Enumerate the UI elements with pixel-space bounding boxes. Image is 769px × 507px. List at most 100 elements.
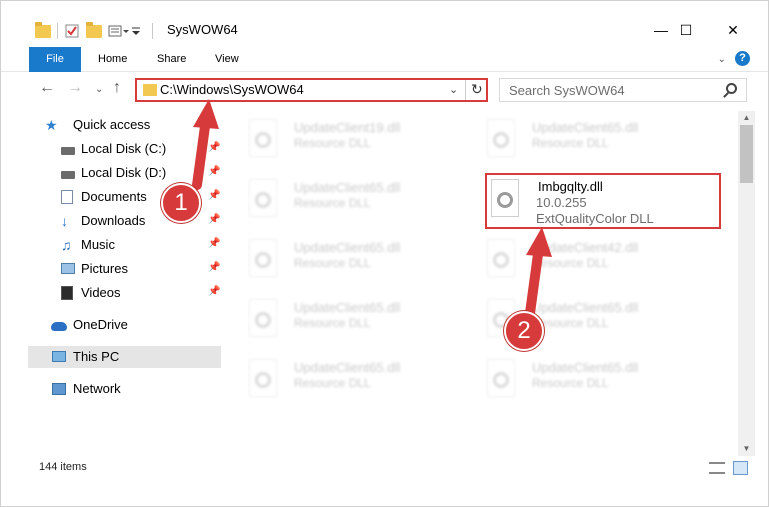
help-button[interactable]: ? (735, 51, 750, 66)
file-item[interactable]: UpdateClient65.dll Resource DLL (481, 353, 717, 409)
pin-icon[interactable]: 📌 (208, 190, 220, 201)
folder-icon (143, 84, 157, 96)
sidebar-item-label: Music (81, 237, 115, 252)
sidebar-item-videos[interactable]: Videos 📌 (28, 282, 221, 304)
back-arrow-icon[interactable]: ← (39, 79, 55, 97)
new-folder-icon[interactable] (86, 22, 102, 39)
maximize-button[interactable]: ☐ (663, 15, 709, 45)
title-bar: SysWOW64 — ☐ ✕ (1, 1, 768, 45)
chevron-down-icon[interactable]: ⌄ (449, 83, 458, 96)
quick-access-toolbar (35, 19, 153, 43)
recent-locations-icon[interactable]: ⌄ (95, 84, 103, 95)
sidebar-item-network[interactable]: Network (28, 378, 221, 400)
file-item[interactable]: UpdateClient19.dll Resource DLL (243, 113, 479, 169)
chevron-down-icon[interactable] (130, 23, 146, 39)
address-bar[interactable]: C:\Windows\SysWOW64 ⌄ ↻ (135, 78, 488, 102)
dll-file-icon (487, 239, 515, 277)
file-item[interactable]: UpdateClient65.dll Resource DLL (243, 173, 479, 229)
file-item[interactable]: UpdateClient65.dll Resource DLL (243, 353, 479, 409)
customize-toolbar-icon[interactable] (108, 23, 129, 39)
dll-file-icon (491, 179, 519, 217)
dll-file-icon (249, 299, 277, 337)
sidebar-item-local-disk-c[interactable]: Local Disk (C:) 📌 (28, 138, 221, 160)
music-icon: ♫ (61, 237, 72, 253)
pin-icon[interactable]: 📌 (208, 238, 220, 249)
file-name: UpdateClient65.dll (294, 360, 401, 375)
tab-view[interactable]: View (215, 48, 239, 70)
scrollbar-thumb[interactable] (740, 125, 753, 183)
file-description: Resource DLL (294, 376, 371, 390)
item-count: 144 items (39, 461, 87, 473)
file-item-highlighted[interactable]: Imbgqlty.dll 10.0.255 ExtQualityColor DL… (485, 173, 721, 229)
download-icon: ↓ (61, 213, 68, 229)
vertical-scrollbar[interactable]: ▲ ▼ (738, 111, 755, 456)
forward-arrow-icon[interactable]: → (67, 79, 83, 97)
documents-icon (61, 190, 73, 204)
file-name: UpdateClient42.dll (532, 240, 639, 255)
properties-icon[interactable] (64, 23, 80, 39)
file-name: UpdateClient65.dll (294, 180, 401, 195)
file-item[interactable]: UpdateClient65.dll Resource DLL (481, 113, 717, 169)
annotation-badge-1: 1 (161, 183, 201, 223)
window-title: SysWOW64 (167, 22, 238, 37)
large-icons-view-icon[interactable] (733, 461, 748, 475)
file-name: UpdateClient65.dll (294, 240, 401, 255)
dll-file-icon (249, 239, 277, 277)
sidebar-item-music[interactable]: ♫ Music 📌 (28, 234, 221, 256)
navigation-bar: ← → ⌄ ↑ C:\Windows\SysWOW64 ⌄ ↻ Search S… (1, 73, 768, 105)
sidebar-item-label: This PC (73, 349, 120, 364)
toolbar-divider (152, 23, 153, 39)
navigation-pane: ★ Quick access Local Disk (C:) 📌 Local D… (28, 111, 221, 456)
pin-icon[interactable]: 📌 (208, 286, 220, 297)
sidebar-item-onedrive[interactable]: OneDrive (28, 314, 221, 336)
file-version: 10.0.255 (536, 195, 587, 210)
pin-icon[interactable]: 📌 (208, 214, 220, 225)
up-arrow-icon[interactable]: ↑ (113, 79, 121, 97)
sidebar-item-label: Downloads (81, 213, 146, 228)
file-item[interactable]: UpdateClient42.dll Resource DLL (481, 233, 717, 289)
sidebar-item-this-pc[interactable]: This PC (28, 346, 221, 368)
file-description: Resource DLL (294, 316, 371, 330)
file-name: UpdateClient65.dll (532, 360, 639, 375)
onedrive-icon (51, 322, 67, 331)
dll-file-icon (487, 119, 515, 157)
dll-file-icon (249, 119, 277, 157)
sidebar-item-local-disk-d[interactable]: Local Disk (D:) 📌 (28, 162, 221, 184)
close-button[interactable]: ✕ (710, 15, 756, 45)
file-item[interactable]: UpdateClient65.dll Resource DLL (243, 293, 479, 349)
file-name: UpdateClient19.dll (294, 120, 401, 135)
sidebar-item-pictures[interactable]: Pictures 📌 (28, 258, 221, 280)
file-item[interactable]: UpdateClient65.dll Resource DLL (243, 233, 479, 289)
tab-file[interactable]: File (29, 47, 81, 72)
dll-file-icon (249, 179, 277, 217)
sidebar-item-quick-access[interactable]: ★ Quick access (28, 114, 221, 136)
videos-icon (61, 286, 73, 300)
explorer-window: SysWOW64 — ☐ ✕ File Home Share View ⌄ ? … (0, 0, 769, 507)
sidebar-item-label: Documents (81, 189, 147, 204)
file-name: UpdateClient65.dll (294, 300, 401, 315)
search-placeholder: Search SysWOW64 (509, 83, 625, 98)
scroll-up-icon[interactable]: ▲ (738, 111, 755, 125)
file-description: Resource DLL (532, 256, 609, 270)
sidebar-item-label: Network (73, 381, 121, 396)
details-view-icon[interactable] (709, 462, 725, 474)
drive-icon (61, 171, 75, 179)
tab-share[interactable]: Share (157, 48, 186, 70)
pin-icon[interactable]: 📌 (208, 166, 220, 177)
search-icon[interactable] (726, 83, 737, 94)
scroll-down-icon[interactable]: ▼ (738, 442, 755, 456)
refresh-icon[interactable]: ↻ (471, 81, 483, 98)
dll-file-icon (249, 359, 277, 397)
search-input[interactable]: Search SysWOW64 (499, 78, 747, 102)
pin-icon[interactable]: 📌 (208, 142, 220, 153)
address-divider (465, 80, 466, 100)
pc-icon (52, 351, 66, 362)
expand-ribbon-icon[interactable]: ⌄ (718, 54, 726, 65)
address-path[interactable]: C:\Windows\SysWOW64 (160, 82, 304, 97)
file-description: Resource DLL (532, 376, 609, 390)
sidebar-item-label: Quick access (73, 117, 151, 132)
tab-home[interactable]: Home (98, 48, 127, 70)
pin-icon[interactable]: 📌 (208, 262, 220, 273)
dll-file-icon (487, 359, 515, 397)
network-icon (52, 383, 66, 395)
